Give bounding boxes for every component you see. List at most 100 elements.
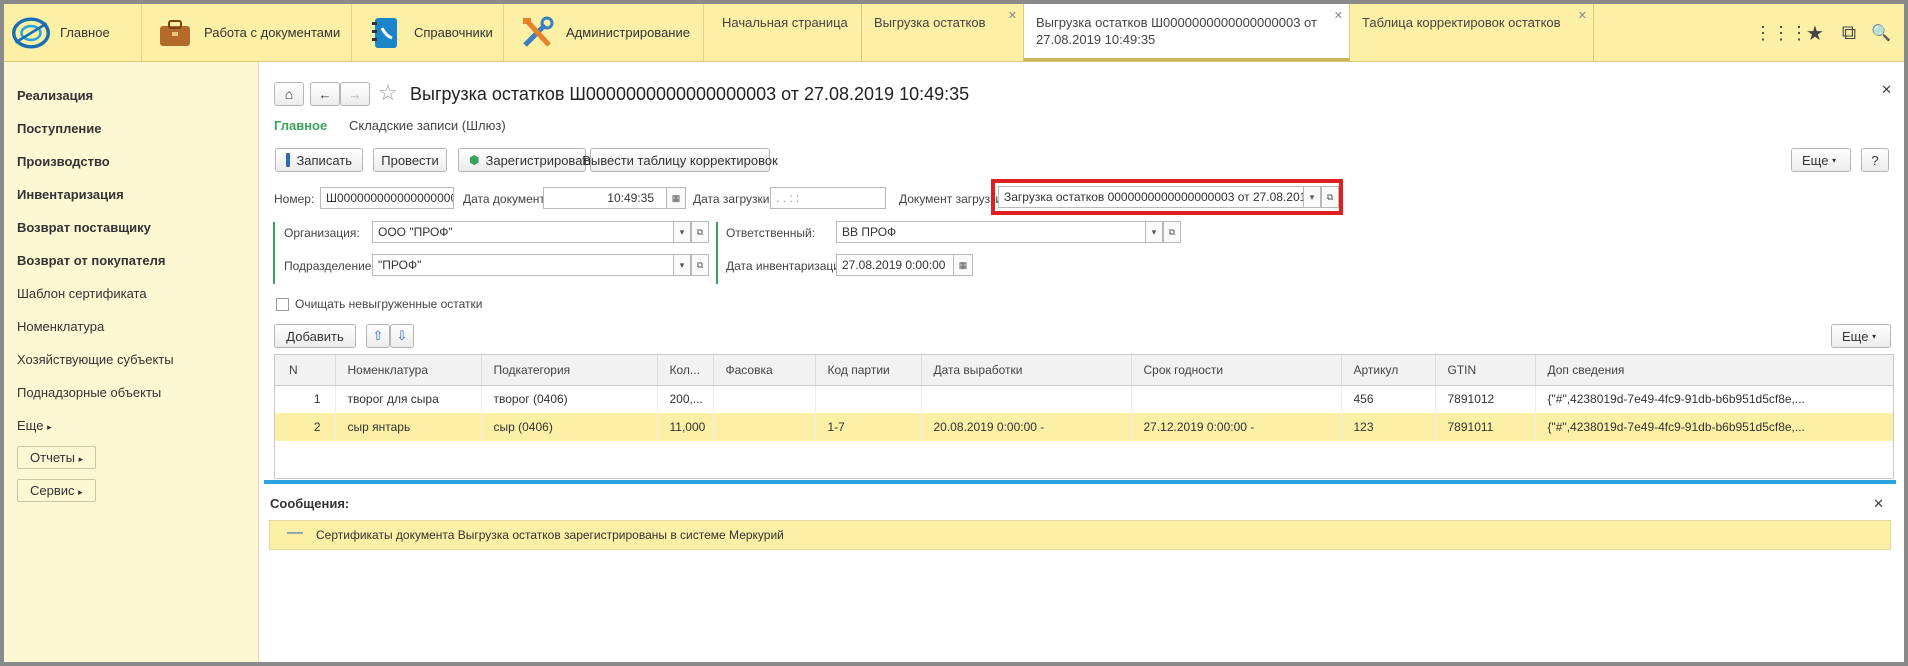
button-label: Вывести таблицу корректировок	[582, 152, 778, 168]
sidebar-item-return-supplier[interactable]: Возврат поставщику	[17, 220, 151, 235]
table-cell	[815, 385, 922, 413]
tab-label: Выгрузка остатков Ш0000000000000000003 о…	[1036, 15, 1317, 47]
chevron-down-icon[interactable]: ▾	[1303, 186, 1321, 208]
dept-field[interactable]: "ПРОФ"	[372, 254, 674, 276]
table-cell: {"#",4238019d-7e49-4fc9-91db-b6b951d5cf8…	[1535, 413, 1893, 441]
column-header[interactable]: Доп сведения	[1535, 355, 1893, 386]
tab-stock-export-document[interactable]: Выгрузка остатков Ш0000000000000000003 о…	[1024, 4, 1350, 61]
active-cell[interactable]	[713, 413, 816, 441]
table-row-selected[interactable]: 2 сыр янтарь сыр (0406) 11,000 1-7 20.08…	[275, 413, 1893, 441]
section-label: Главное	[60, 25, 110, 40]
sidebar-item-sales[interactable]: Реализация	[17, 88, 93, 103]
section-references[interactable]: Справочники	[352, 4, 504, 61]
service-button[interactable]: Сервис ▸	[17, 479, 96, 502]
load-doc-field[interactable]: Загрузка остатков 0000000000000000003 от…	[998, 186, 1304, 208]
close-icon[interactable]: ✕	[1334, 8, 1343, 25]
chevron-down-icon[interactable]: ▾	[1145, 221, 1163, 243]
open-icon[interactable]: ⧉	[1321, 186, 1339, 208]
move-up-button[interactable]: ⇧	[366, 324, 390, 348]
sidebar-item-supervised-objects[interactable]: Поднадзорные объекты	[17, 385, 161, 400]
clear-unloaded-checkbox[interactable]	[276, 298, 289, 311]
close-icon[interactable]: ✕	[1578, 8, 1587, 25]
close-icon[interactable]: ✕	[1008, 8, 1017, 25]
triangle-right-icon: ▸	[78, 454, 84, 464]
messages-panel: Сообщения: ✕ — Сертификаты документа Выг…	[264, 480, 1896, 662]
messages-divider	[264, 480, 1896, 484]
save-button[interactable]: Записать	[275, 148, 363, 172]
register-button[interactable]: ⬢ Зарегистрировать	[458, 148, 595, 172]
tab-home-page[interactable]: Начальная страница	[710, 4, 862, 61]
sidebar-item-business-entities[interactable]: Хозяйствующие субъекты	[17, 352, 174, 367]
reports-button[interactable]: Отчеты ▸	[17, 446, 97, 469]
doc-date-label: Дата документа:	[463, 192, 555, 206]
chevron-down-icon[interactable]: ▾	[673, 254, 691, 276]
column-header[interactable]: Фасовка	[713, 355, 816, 386]
grid-menu-icon[interactable]: ⋮⋮⋮	[1754, 18, 1808, 48]
nav-link-warehouse-records[interactable]: Складские записи (Шлюз)	[349, 118, 506, 133]
sidebar-item-production[interactable]: Производство	[17, 154, 110, 169]
section-main[interactable]: Главное	[4, 4, 142, 61]
column-header[interactable]: Срок годности	[1131, 355, 1342, 386]
table-cell	[921, 385, 1132, 413]
table-cell: 7891011	[1435, 413, 1536, 441]
sidebar-item-inventory[interactable]: Инвентаризация	[17, 187, 124, 202]
more-button[interactable]: Еще ▾	[1791, 148, 1851, 172]
table-row[interactable]: 1 творог для сыра творог (0406) 200,... …	[275, 385, 1893, 413]
forward-button[interactable]: →	[340, 82, 370, 106]
arrow-left-icon: ←	[318, 86, 332, 102]
inventory-date-label: Дата инвентаризации:	[726, 259, 850, 273]
search-icon[interactable]: 🔍	[1866, 18, 1896, 48]
column-header[interactable]: N	[275, 355, 336, 386]
column-header[interactable]: Дата выработки	[921, 355, 1132, 386]
tab-stock-export[interactable]: Выгрузка остатков ✕	[862, 4, 1024, 61]
chevron-down-icon[interactable]: ▾	[673, 221, 691, 243]
column-header[interactable]: Номенклатура	[335, 355, 482, 386]
doc-date-field[interactable]: 10:49:35	[543, 187, 667, 209]
column-header[interactable]: Подкатегория	[481, 355, 658, 386]
org-field[interactable]: ООО "ПРОФ"	[372, 221, 674, 243]
button-label: Отчеты	[30, 450, 75, 465]
inventory-date-field[interactable]: 27.08.2019 0:00:00	[836, 254, 954, 276]
table-cell: 1	[275, 385, 336, 413]
calendar-icon[interactable]: ▦	[666, 187, 686, 209]
home-button[interactable]: ⌂	[274, 82, 304, 106]
sidebar-item-receipts[interactable]: Поступление	[17, 121, 102, 136]
table-cell: 456	[1341, 385, 1436, 413]
open-icon[interactable]: ⧉	[691, 254, 709, 276]
message-item[interactable]: — Сертификаты документа Выгрузка остатко…	[269, 520, 1891, 550]
load-date-field[interactable]: . . : :	[770, 187, 886, 209]
star-icon[interactable]: ★	[1800, 18, 1830, 48]
favorite-star-icon[interactable]: ☆	[378, 80, 398, 106]
number-field[interactable]: Ш0000000000000000003	[320, 187, 454, 209]
history-icon[interactable]: ⧉	[1834, 18, 1864, 48]
sidebar-item-certificate-template[interactable]: Шаблон сертификата	[17, 286, 147, 301]
column-header[interactable]: Кол...	[657, 355, 714, 386]
responsible-field[interactable]: ВВ ПРОФ	[836, 221, 1146, 243]
nav-link-main[interactable]: Главное	[274, 118, 327, 133]
close-icon[interactable]: ✕	[1881, 82, 1892, 98]
column-header[interactable]: Код партии	[815, 355, 922, 386]
column-header[interactable]: Артикул	[1341, 355, 1436, 386]
move-down-button[interactable]: ⇩	[390, 324, 414, 348]
post-button[interactable]: Провести	[373, 148, 447, 172]
section-documents[interactable]: Работа с документами	[142, 4, 352, 61]
open-icon[interactable]: ⧉	[691, 221, 709, 243]
add-button[interactable]: Добавить	[274, 324, 356, 348]
close-icon[interactable]: ✕	[1873, 496, 1884, 512]
column-header[interactable]: GTIN	[1435, 355, 1536, 386]
sidebar-item-return-customer[interactable]: Возврат от покупателя	[17, 253, 165, 268]
help-button[interactable]: ?	[1861, 148, 1889, 172]
calendar-icon[interactable]: ▦	[953, 254, 973, 276]
open-icon[interactable]: ⧉	[1163, 221, 1181, 243]
tab-corrections-table[interactable]: Таблица корректировок остатков ✕	[1350, 4, 1594, 61]
page-title: Выгрузка остатков Ш0000000000000000003 о…	[410, 84, 970, 104]
back-button[interactable]: ←	[310, 82, 340, 106]
sidebar-item-more[interactable]: Еще ▸	[17, 418, 52, 433]
show-corrections-button[interactable]: Вывести таблицу корректировок	[582, 148, 778, 172]
table-cell: {"#",4238019d-7e49-4fc9-91db-b6b951d5cf8…	[1535, 385, 1893, 413]
sidebar-item-nomenclature[interactable]: Номенклатура	[17, 319, 104, 334]
group-divider	[273, 222, 275, 284]
table-more-button[interactable]: Еще ▾	[1831, 324, 1891, 348]
checkbox-label: Очищать невыгруженные остатки	[295, 297, 483, 311]
section-admin[interactable]: Администрирование	[504, 4, 704, 61]
